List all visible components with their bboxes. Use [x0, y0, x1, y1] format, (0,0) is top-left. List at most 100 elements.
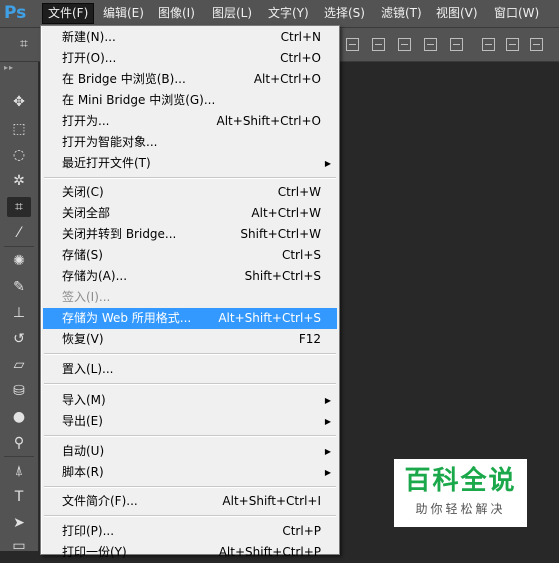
menu-item-revert[interactable]: 恢复(V) F12 — [43, 329, 337, 350]
menu-bar: Ps 文件(F) 编辑(E) 图像(I) 图层(L) 文字(Y) 选择(S) 滤… — [0, 0, 559, 28]
menu-item-check-in: 签入(I)... — [43, 287, 337, 308]
submenu-arrow-icon: ▶ — [324, 159, 331, 168]
menu-item-recent-files[interactable]: 最近打开文件(T) ▶ — [43, 153, 337, 174]
menu-item-label: 关闭全部 — [62, 206, 111, 220]
menu-window[interactable]: 窗口(W) — [489, 4, 544, 23]
menu-item-label: 最近打开文件(T) — [62, 156, 151, 170]
menu-separator — [44, 177, 336, 179]
menu-item-save[interactable]: 存储(S) Ctrl+S — [43, 245, 337, 266]
menu-item-import[interactable]: 导入(M) ▶ — [43, 390, 337, 411]
menu-view[interactable]: 视图(V) — [431, 4, 483, 23]
watermark-logo: 百科全说 助你轻松解决 — [394, 459, 527, 527]
menu-item-save-for-web[interactable]: 存储为 Web 所用格式... Alt+Shift+Ctrl+S — [43, 308, 337, 329]
menu-item-export[interactable]: 导出(E) ▶ — [43, 411, 337, 432]
eyedropper-tool-icon[interactable]: ⁄ — [7, 223, 31, 243]
menu-item-shortcut: Shift+Ctrl+S — [244, 269, 321, 283]
menu-item-close-all[interactable]: 关闭全部 Alt+Ctrl+W — [43, 203, 337, 224]
menu-file[interactable]: 文件(F) — [42, 3, 95, 24]
menu-item-label: 新建(N)... — [62, 30, 116, 44]
menu-item-shortcut: Ctrl+W — [277, 185, 321, 199]
menu-item-place[interactable]: 置入(L)... — [43, 359, 337, 380]
menu-item-label: 自动(U) — [62, 444, 105, 458]
menu-edit[interactable]: 编辑(E) — [98, 4, 149, 23]
history-brush-tool-icon[interactable]: ↺ — [7, 329, 31, 349]
lasso-tool-icon[interactable]: ◌ — [7, 145, 31, 165]
magic-wand-tool-icon[interactable]: ✲ — [7, 171, 31, 191]
menu-item-shortcut: Alt+Shift+Ctrl+P — [218, 545, 321, 559]
menu-item-shortcut: Alt+Shift+Ctrl+O — [216, 114, 321, 128]
menu-select[interactable]: 选择(S) — [319, 4, 370, 23]
menu-item-file-info[interactable]: 文件简介(F)... Alt+Shift+Ctrl+I — [43, 491, 337, 512]
menu-item-automate[interactable]: 自动(U) ▶ — [43, 441, 337, 462]
menu-image[interactable]: 图像(I) — [153, 4, 200, 23]
type-tool-icon[interactable]: T — [7, 487, 31, 507]
menu-layer[interactable]: 图层(L) — [207, 4, 257, 23]
submenu-arrow-icon: ▶ — [324, 468, 331, 477]
watermark-title: 百科全说 — [404, 466, 517, 496]
toolbox-grip[interactable]: ▸▸ — [4, 64, 34, 72]
crop-tool-icon[interactable]: ⌗ — [7, 197, 31, 217]
tool-preset-icon[interactable]: ⌗ — [20, 36, 28, 52]
pen-tool-icon[interactable]: ⍋ — [7, 461, 31, 481]
distribute-top-icon[interactable] — [482, 38, 495, 51]
menu-filter[interactable]: 滤镜(T) — [376, 4, 427, 23]
clone-stamp-tool-icon[interactable]: ⊥ — [7, 303, 31, 323]
menu-item-print-one-copy[interactable]: 打印一份(Y) Alt+Shift+Ctrl+P — [43, 542, 337, 563]
menu-item-open[interactable]: 打开(O)... Ctrl+O — [43, 48, 337, 69]
healing-brush-tool-icon[interactable]: ✺ — [7, 251, 31, 271]
menu-item-shortcut: Alt+Ctrl+W — [251, 206, 321, 220]
menu-item-print[interactable]: 打印(P)... Ctrl+P — [43, 521, 337, 542]
menu-separator — [44, 486, 336, 488]
distribute-bottom-icon[interactable] — [530, 38, 543, 51]
align-left-icon[interactable] — [398, 38, 411, 51]
menu-item-label: 打印一份(Y) — [62, 545, 127, 559]
menu-item-shortcut: Ctrl+S — [281, 248, 321, 262]
menu-item-label: 导入(M) — [62, 393, 106, 407]
menu-item-open-smart-object[interactable]: 打开为智能对象... — [43, 132, 337, 153]
menu-item-close-go-bridge[interactable]: 关闭并转到 Bridge... Shift+Ctrl+W — [43, 224, 337, 245]
menu-item-shortcut: F12 — [298, 332, 321, 346]
menu-item-browse-bridge[interactable]: 在 Bridge 中浏览(B)... Alt+Ctrl+O — [43, 69, 337, 90]
submenu-arrow-icon: ▶ — [324, 447, 331, 456]
menu-item-label: 存储为 Web 所用格式... — [62, 311, 192, 325]
menu-separator — [44, 353, 336, 355]
paint-bucket-tool-icon[interactable]: ⛁ — [7, 381, 31, 401]
dodge-tool-icon[interactable]: ⚲ — [7, 433, 31, 453]
menu-item-open-as[interactable]: 打开为... Alt+Shift+Ctrl+O — [43, 111, 337, 132]
menu-item-shortcut: Alt+Shift+Ctrl+I — [222, 494, 321, 508]
menu-item-scripts[interactable]: 脚本(R) ▶ — [43, 462, 337, 483]
marquee-tool-icon[interactable]: ⬚ — [7, 119, 31, 139]
shape-tool-icon[interactable]: ▭ — [7, 536, 31, 556]
menu-item-label: 脚本(R) — [62, 465, 104, 479]
blur-tool-icon[interactable]: ● — [7, 407, 31, 427]
photoshop-logo: Ps — [4, 3, 27, 23]
menu-item-browse-mini-bridge[interactable]: 在 Mini Bridge 中浏览(G)... — [43, 90, 337, 111]
menu-item-label: 关闭(C) — [62, 185, 104, 199]
eraser-tool-icon[interactable]: ▱ — [7, 355, 31, 375]
menu-item-new[interactable]: 新建(N)... Ctrl+N — [43, 27, 337, 48]
menu-item-label: 关闭并转到 Bridge... — [62, 227, 177, 241]
menu-item-label: 打开(O)... — [62, 51, 117, 65]
menu-item-save-as[interactable]: 存储为(A)... Shift+Ctrl+S — [43, 266, 337, 287]
distribute-center-icon[interactable] — [506, 38, 519, 51]
toolbox-divider — [4, 246, 34, 247]
menu-item-shortcut: Alt+Shift+Ctrl+S — [218, 311, 321, 325]
align-top-icon[interactable] — [346, 38, 359, 51]
menu-item-close[interactable]: 关闭(C) Ctrl+W — [43, 182, 337, 203]
menu-item-shortcut: Shift+Ctrl+W — [240, 227, 321, 241]
align-vcenter-icon[interactable] — [372, 38, 385, 51]
menu-type[interactable]: 文字(Y) — [263, 4, 314, 23]
file-menu-dropdown: 新建(N)... Ctrl+N 打开(O)... Ctrl+O 在 Bridge… — [40, 25, 340, 559]
path-selection-tool-icon[interactable]: ➤ — [7, 513, 31, 533]
menu-item-label: 导出(E) — [62, 414, 103, 428]
menu-item-label: 文件简介(F)... — [62, 494, 138, 508]
menu-item-shortcut: Ctrl+P — [282, 524, 321, 538]
menu-separator — [44, 515, 336, 517]
align-right-icon[interactable] — [450, 38, 463, 51]
move-tool-icon[interactable]: ✥ — [7, 92, 31, 112]
align-hcenter-icon[interactable] — [424, 38, 437, 51]
submenu-arrow-icon: ▶ — [324, 417, 331, 426]
menu-item-label: 打开为... — [62, 114, 110, 128]
brush-tool-icon[interactable]: ✎ — [7, 277, 31, 297]
menu-item-shortcut: Ctrl+N — [280, 30, 321, 44]
